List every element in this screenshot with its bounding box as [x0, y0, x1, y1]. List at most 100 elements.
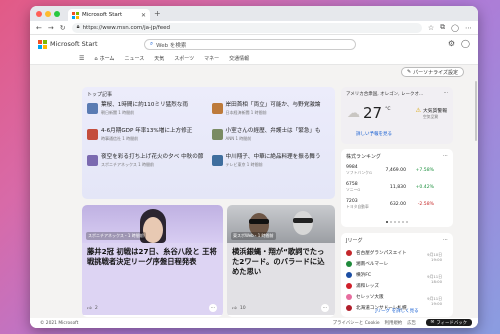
home-icon: ⌂	[94, 55, 98, 62]
collections-icon[interactable]: ⧉	[440, 23, 445, 32]
sunglasses-shape	[293, 218, 313, 223]
team-badge-icon	[346, 260, 352, 267]
footer-link-ads[interactable]: 広告	[407, 320, 416, 326]
personalize-button[interactable]: ✎ パーソナライズ設定	[400, 67, 464, 77]
story-item[interactable]: 中川翔子、中華に絶品料理を振る舞う テレビ東京 1 時間前	[211, 154, 331, 178]
footer-link-terms[interactable]: 利用規約	[385, 320, 403, 326]
header-actions: ⚙ ◯	[448, 39, 470, 48]
story-source: テレビ東京 1 時間前	[225, 162, 263, 167]
card-reactions[interactable]: 👍︎ 2	[87, 306, 98, 311]
story-item[interactable]: 岸田首相「両立」可能か、与野党激論 日本経済新聞 1 時間前	[211, 102, 331, 126]
brand[interactable]: Microsoft Start	[38, 39, 98, 49]
browser-tab[interactable]: Microsoft Start ✕	[68, 9, 150, 21]
card-more-icon[interactable]: ⋯	[209, 304, 217, 312]
match-block[interactable]: 横浜FC 浦和レッズ 9月11日 18:00	[346, 269, 448, 291]
story-headline: 4-6月期GDP 年率13%増に上方修正	[101, 128, 193, 134]
close-window-button[interactable]	[36, 10, 42, 17]
stock-name: ソフトバンクG	[346, 169, 372, 175]
stock-name: トヨタ自動車	[346, 203, 369, 209]
footer-link-privacy[interactable]: プライバシーと Cookie	[333, 320, 380, 326]
top-stories-title: トップ記事	[87, 92, 113, 98]
story-item[interactable]: 夜空を彩る打ち上げ花火の夕べ 中秋の節 スポニチアネックス 1 時間前	[87, 154, 206, 178]
air-quality-alert[interactable]: ⚠ 大気質警報 空気品質	[416, 107, 447, 120]
nav-news[interactable]: ニュース	[124, 55, 144, 62]
lock-icon: 🔒︎	[76, 24, 80, 30]
news-card[interactable]: 東スポWeb・1 時間前 横浜銀蝿・翔が“歌詞でたった2ワード。のバラードに込め…	[227, 205, 335, 317]
stock-row[interactable]: 6758 ソニーG 11,830 +0.42%	[346, 180, 448, 194]
user-avatar-icon[interactable]: ◯	[461, 39, 470, 48]
weather-widget[interactable]: アメリカ合衆国, オレゴン, レークオ... ⋯ ☁ 27 °C ⚠ 大気質警報…	[341, 87, 453, 144]
forecast-link[interactable]: 詳しい予報を見る	[356, 131, 392, 137]
forward-icon[interactable]: →	[48, 24, 54, 32]
scrollbar[interactable]	[475, 81, 477, 141]
stock-change: -2.58%	[417, 201, 434, 207]
url-field[interactable]: 🔒︎ https://www.msn.com/ja-jp/feed	[71, 22, 422, 33]
search-input[interactable]: ⌕ Web を検索	[144, 39, 356, 50]
story-source: 朝日新聞 1 時間前	[101, 110, 135, 115]
msn-page: Microsoft Start ⌕ Web を検索 ⚙ ◯ ☰ ⌂ ホーム ニュー…	[30, 35, 478, 328]
story-item[interactable]: 4-6月期GDP 年率13%増に上方修正 時事通信社 1 時間前	[87, 128, 206, 152]
reaction-count: 2	[94, 306, 98, 311]
profile-icon[interactable]: ◯	[451, 24, 459, 32]
card-headline: 藤井2冠 初戦は27日、糸谷八段と 王将戦挑戦者決定リーグ序盤日程発表	[87, 247, 217, 266]
match-block[interactable]: 名古屋グランパスエイト 湘南ベルマーレ 9月10日 19:00	[346, 247, 448, 269]
page-footer: © 2021 Microsoft プライバシーと Cookie 利用規約 広告	[30, 318, 478, 328]
tab-bar: Microsoft Start ✕ +	[30, 6, 478, 21]
stock-row[interactable]: 9984 ソフトバンクG 7,469.00 +7.58%	[346, 163, 448, 177]
story-thumbnail	[87, 129, 98, 140]
story-item[interactable]: 葉桜、1時間に約110ミリ猛烈な雨 朝日新聞 1 時間前	[87, 102, 206, 126]
back-icon[interactable]: ←	[36, 24, 42, 32]
thumbs-up-icon: 👍︎	[232, 306, 237, 311]
nav-sports[interactable]: スポーツ	[174, 55, 194, 62]
maximize-window-button[interactable]	[54, 10, 60, 17]
stocks-more-icon[interactable]: ⋯	[443, 153, 448, 160]
card-more-icon[interactable]: ⋯	[321, 304, 329, 312]
away-team: 浦和レッズ	[356, 283, 379, 289]
stock-change: +0.42%	[415, 184, 434, 190]
away-team: 湘南ベルマーレ	[356, 261, 389, 267]
favorites-icon[interactable]: ☆	[428, 24, 434, 32]
nav-weather[interactable]: 天気	[154, 55, 164, 62]
sunglasses-shape	[249, 219, 269, 224]
window-controls	[36, 10, 60, 17]
feedback-button[interactable]: ✉ フィードバック	[425, 319, 472, 326]
nav-traffic[interactable]: 交通情報	[229, 55, 249, 62]
story-item[interactable]: 小室さんの経歴、弁護士は「緊急」も ANN 1 時間前	[211, 128, 331, 152]
story-headline: 葉桜、1時間に約110ミリ猛烈な雨	[101, 102, 188, 108]
story-thumbnail	[211, 129, 223, 140]
stocks-pager[interactable]	[341, 221, 453, 223]
stock-code: 9984	[346, 164, 358, 170]
story-thumbnail	[211, 103, 223, 114]
brand-name: Microsoft Start	[50, 40, 98, 48]
stock-row[interactable]: 7203 トヨタ自動車 632.00 -2.58%	[346, 197, 448, 211]
refresh-icon[interactable]: ↻	[60, 24, 66, 32]
match-time: 19:00	[431, 301, 442, 306]
settings-gear-icon[interactable]: ⚙	[448, 39, 455, 48]
league-more-icon[interactable]: ⋯	[443, 237, 448, 244]
weather-temperature: 27	[363, 104, 383, 122]
hamburger-menu-icon[interactable]: ☰	[79, 55, 84, 62]
home-team: 横浜FC	[356, 272, 372, 278]
news-card[interactable]: スポニチアネックス・1 時間前 藤井2冠 初戦は27日、糸谷八段と 王将戦挑戦者…	[82, 205, 223, 317]
team-badge-icon	[346, 293, 352, 300]
league-more-link[interactable]: Jリーグ を詳しく見る	[341, 308, 453, 314]
jleague-widget: Jリーグ ⋯ 名古屋グランパスエイト 湘南ベルマーレ 9月10日 19:00 横浜F…	[341, 233, 453, 317]
card-reactions[interactable]: 👍︎ 10	[232, 306, 246, 311]
story-headline: 小室さんの経歴、弁護士は「緊急」も	[225, 128, 321, 134]
card-image: 東スポWeb・1 時間前	[227, 205, 335, 243]
new-tab-button[interactable]: +	[154, 9, 161, 18]
story-thumbnail	[87, 103, 98, 114]
home-team: セレッソ大阪	[356, 294, 384, 300]
close-tab-icon[interactable]: ✕	[141, 12, 146, 19]
card-image: スポニチアネックス・1 時間前	[82, 205, 223, 243]
browser-window: Microsoft Start ✕ + ← → ↻ 🔒︎ https://www…	[30, 6, 478, 328]
nav-money[interactable]: マネー	[204, 55, 219, 62]
more-icon[interactable]: ⋯	[465, 24, 472, 32]
nav-home[interactable]: ⌂ ホーム	[94, 55, 114, 63]
reaction-count: 10	[239, 306, 246, 311]
minimize-window-button[interactable]	[45, 10, 51, 17]
weather-more-icon[interactable]: ⋯	[444, 91, 449, 97]
alert-label: 大気質警報	[423, 109, 447, 114]
story-headline: 岸田首相「両立」可能か、与野党激論	[225, 102, 321, 108]
warning-icon: ⚠	[415, 107, 421, 114]
